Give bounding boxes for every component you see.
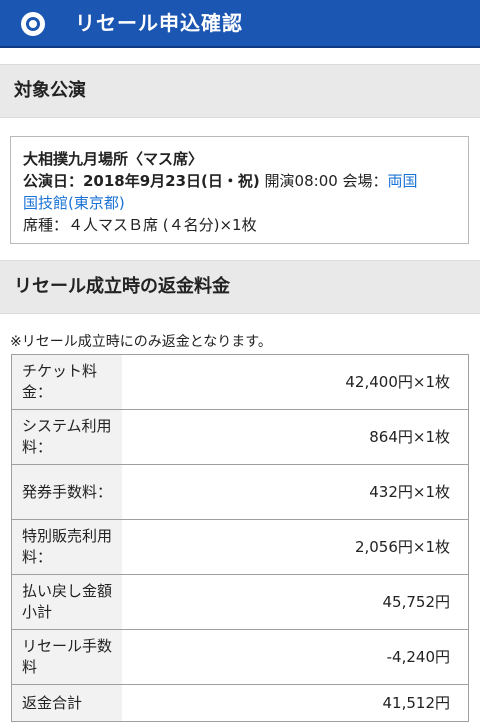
event-name: 大相撲九月場所〈マス席〉	[23, 150, 204, 168]
fee-label: 特別販売利用料：	[11, 519, 122, 575]
section-header-refund: リセール成立時の返金料金	[0, 260, 480, 314]
event-date: 公演日：2018年9月23日(日・祝)	[23, 172, 260, 190]
table-row: チケット料金： 42,400円×1枚	[11, 354, 469, 410]
app-header: リセール申込確認	[0, 0, 480, 48]
event-date-line: 公演日：2018年9月23日(日・祝) 開演08:00 会場：両国	[23, 170, 418, 192]
fee-value: -4,240円	[122, 629, 469, 685]
table-row: 発券手数料： 432円×1枚	[11, 464, 469, 520]
page-title: リセール申込確認	[75, 11, 243, 35]
table-row: 払い戻し金額小計 45,752円	[11, 574, 469, 630]
venue-link[interactable]: 両国	[388, 172, 418, 190]
fee-value: 2,056円×1枚	[122, 519, 469, 575]
refund-fee-table: チケット料金： 42,400円×1枚 システム利用料： 864円×1枚 発券手数…	[11, 354, 469, 722]
fee-value: 864円×1枚	[122, 409, 469, 465]
fee-label: チケット料金：	[11, 354, 122, 410]
fee-value: 42,400円×1枚	[122, 354, 469, 410]
section-title: 対象公演	[14, 80, 86, 101]
section-title: リセール成立時の返金料金	[14, 276, 230, 297]
table-row: 返金合計 41,512円	[11, 684, 469, 722]
seat-type: 席種：４人マスＢ席 (４名分)×1枚	[23, 216, 257, 234]
fee-label: システム利用料：	[11, 409, 122, 465]
logo-icon	[21, 12, 45, 36]
event-info-box: 大相撲九月場所〈マス席〉 公演日：2018年9月23日(日・祝) 開演08:00…	[10, 136, 469, 244]
fee-label: 払い戻し金額小計	[11, 574, 122, 630]
event-start-venue-label: 開演08:00 会場：	[259, 172, 388, 190]
refund-note: ※リセール成立時にのみ返金となります。	[10, 334, 272, 350]
venue-link-continued[interactable]: 国技館(東京都)	[23, 192, 125, 214]
fee-label: 発券手数料：	[11, 464, 122, 520]
section-header-target-event: 対象公演	[0, 64, 480, 118]
table-row: 特別販売利用料： 2,056円×1枚	[11, 519, 469, 575]
fee-value: 41,512円	[122, 684, 469, 722]
fee-value: 45,752円	[122, 574, 469, 630]
fee-label: 返金合計	[11, 684, 122, 722]
table-row: リセール手数料 -4,240円	[11, 629, 469, 685]
table-row: システム利用料： 864円×1枚	[11, 409, 469, 465]
fee-value: 432円×1枚	[122, 464, 469, 520]
fee-label: リセール手数料	[11, 629, 122, 685]
